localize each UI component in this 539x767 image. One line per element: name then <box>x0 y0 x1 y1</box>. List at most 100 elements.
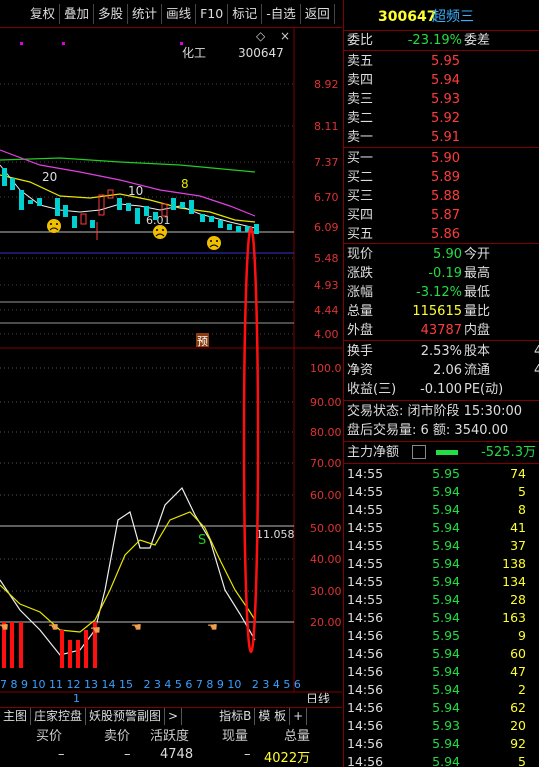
quote-summary-header: 买价 卖价 活跃度 现量 总量 <box>0 725 342 745</box>
ask-row[interactable]: 卖五 5.95 <box>344 52 539 71</box>
bid-row[interactable]: 买四 5.87 <box>344 206 539 225</box>
candle <box>28 200 33 204</box>
table-icon[interactable] <box>412 445 426 459</box>
ask-row[interactable]: 卖三 5.93 <box>344 90 539 109</box>
toolbar-back-button[interactable]: 返回 <box>301 3 335 24</box>
fundamental-value: -0.100 <box>420 382 462 397</box>
candle <box>117 198 122 210</box>
price-tick: 6.09 <box>314 221 339 234</box>
stat-label: 外盘 <box>347 323 374 338</box>
toolbar-remove-watchlist-button[interactable]: -自选 <box>262 3 301 24</box>
ask-level-label: 卖一 <box>347 130 374 145</box>
stat-row: 现价 5.90 今开 <box>344 245 539 264</box>
tick-row: 14:56 5.94 62 <box>344 699 539 717</box>
signal-bar <box>19 622 23 668</box>
marker-dot <box>180 42 183 45</box>
tick-time: 14:55 <box>347 574 384 589</box>
ask-level-label: 卖四 <box>347 73 374 88</box>
buy-price-header: 买价 <box>36 729 63 744</box>
candle <box>200 214 205 222</box>
tab-add-button[interactable]: + <box>290 708 308 725</box>
tab-dealer-control[interactable]: 庄家控盘 <box>31 708 87 725</box>
tab-demon-stock-warning[interactable]: 妖股预警副图 <box>86 708 166 725</box>
bid-price: 5.87 <box>431 208 460 223</box>
order-ratio-value: -23.19% <box>407 33 462 48</box>
bid-row[interactable]: 买三 5.88 <box>344 187 539 206</box>
flow-bar <box>436 450 458 455</box>
signal-bar <box>60 630 64 668</box>
price-tick: 8.92 <box>314 78 339 91</box>
sad-face-icon <box>153 225 167 239</box>
bid-row[interactable]: 买一 5.90 <box>344 149 539 168</box>
ask-row[interactable]: 卖二 5.92 <box>344 109 539 128</box>
tick-time: 14:56 <box>347 754 384 767</box>
stock-code: 300647 <box>378 9 437 25</box>
fundamental-row: 换手 2.53% 股本 4 <box>344 342 539 361</box>
hand-icon: ☚ <box>90 623 101 637</box>
tick-row: 14:55 5.94 28 <box>344 591 539 609</box>
tick-row: 14:55 5.94 8 <box>344 501 539 519</box>
tick-row: 14:56 5.94 163 <box>344 609 539 627</box>
ask-row[interactable]: 卖一 5.91 <box>344 128 539 147</box>
candle <box>236 226 241 232</box>
ask-price: 5.94 <box>431 73 460 88</box>
toolbar-multi-stock-button[interactable]: 多股 <box>94 3 129 24</box>
ma-line-green <box>0 157 256 173</box>
stat-label-secondary: 今开 <box>464 247 491 262</box>
bid-row[interactable]: 买二 5.89 <box>344 168 539 187</box>
tick-time: 14:55 <box>347 538 384 553</box>
toolbar-draw-line-button[interactable]: 画线 <box>162 3 197 24</box>
fundamental-tail: 4 <box>534 363 539 378</box>
toolbar-f10-button[interactable]: F10 <box>196 3 229 24</box>
close-icon: × <box>280 29 290 43</box>
tick-row: 14:56 5.94 5 <box>344 753 539 767</box>
tick-price: 5.94 <box>432 592 460 607</box>
tick-time: 14:55 <box>347 592 384 607</box>
tab-main-chart[interactable]: 主图 <box>0 708 32 725</box>
kline-chart[interactable]: 化工 300647 ◇ × 8.92 8.11 7.37 6.70 6.09 5… <box>0 28 342 703</box>
tab-template[interactable]: 模 板 <box>255 708 291 725</box>
candle <box>180 202 185 208</box>
tick-price: 5.94 <box>432 502 460 517</box>
stat-row: 涨幅 -3.12% 最低 <box>344 283 539 302</box>
indicator-value: 11.058 <box>256 528 295 541</box>
current-volume-header: 现量 <box>222 729 249 744</box>
sad-face-icon <box>207 236 221 250</box>
toolbar-mark-button[interactable]: 标记 <box>228 3 263 24</box>
tick-time: 14:55 <box>347 484 384 499</box>
candle <box>90 220 95 228</box>
total-volume-value: 4022万 <box>264 751 311 766</box>
fundamental-row: 净资 2.06 流通 4 <box>344 361 539 380</box>
quote-summary-row: – – 4748 – 4022万 <box>0 747 342 767</box>
tick-price: 5.94 <box>432 754 460 767</box>
toolbar-fuquan-button[interactable]: 复权 <box>26 3 61 24</box>
order-ratio-label: 委比 <box>347 33 374 48</box>
tick-time: 14:56 <box>347 736 384 751</box>
ask-row[interactable]: 卖四 5.94 <box>344 71 539 90</box>
hand-icon: ☚ <box>0 620 9 634</box>
pct-tick: 60.00 <box>310 489 342 502</box>
tab-scroll-right-button[interactable]: > <box>165 708 183 725</box>
candle <box>72 216 77 228</box>
tab-indicator-b[interactable]: 指标B <box>216 708 256 725</box>
date-month-marker: 1 <box>73 692 80 703</box>
candle <box>19 190 24 210</box>
candle <box>37 198 42 206</box>
bid-level-label: 买一 <box>347 151 374 166</box>
toolbar-stats-button[interactable]: 统计 <box>128 3 163 24</box>
main-flow-value: -525.3万 <box>481 445 536 460</box>
pct-tick: 70.00 <box>310 457 342 470</box>
tick-time: 14:56 <box>347 664 384 679</box>
stat-value: 115615 <box>412 304 462 319</box>
tick-volume: 5 <box>518 484 526 499</box>
tick-volume: 8 <box>518 502 526 517</box>
tick-price: 5.94 <box>432 664 460 679</box>
signal-bar <box>84 630 88 668</box>
toolbar-overlay-button[interactable]: 叠加 <box>60 3 95 24</box>
stat-row: 外盘 43787 内盘 <box>344 321 539 340</box>
stat-label: 现价 <box>347 247 374 262</box>
bid-row[interactable]: 买五 5.86 <box>344 225 539 244</box>
signal-bar <box>76 640 80 668</box>
fundamental-label: 收益(三) <box>347 382 397 397</box>
price-tick: 8.11 <box>314 120 339 133</box>
